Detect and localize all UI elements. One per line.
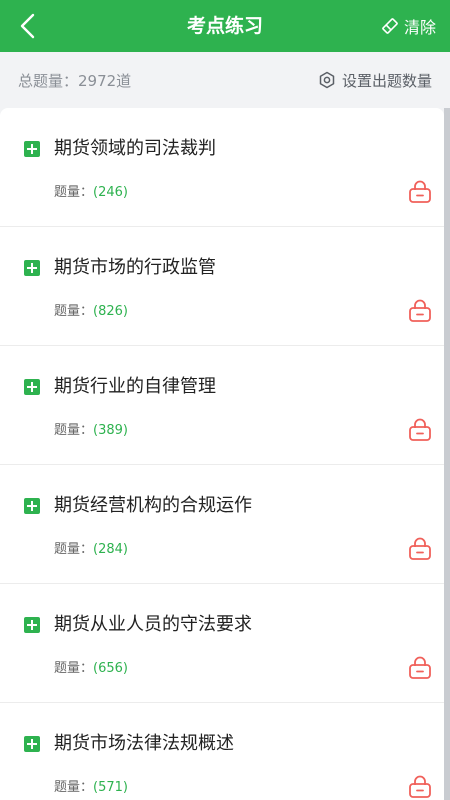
question-count: 题量：(826) bbox=[54, 304, 128, 319]
list-item[interactable]: 期货行业的自律管理 题量：(389) bbox=[0, 346, 444, 465]
lock-icon[interactable] bbox=[407, 416, 433, 442]
lock-icon[interactable] bbox=[407, 178, 433, 204]
topic-list: 期货领域的司法裁判 题量：(246) 期货市场的行政监管 题量：(826) 期货… bbox=[0, 108, 444, 800]
chevron-left-icon bbox=[20, 13, 35, 39]
lock-icon[interactable] bbox=[407, 654, 433, 680]
item-title: 期货行业的自律管理 bbox=[54, 376, 216, 397]
item-title: 期货市场法律法规概述 bbox=[54, 733, 234, 754]
plus-icon[interactable] bbox=[24, 379, 40, 395]
plus-icon[interactable] bbox=[24, 617, 40, 633]
eraser-icon bbox=[382, 18, 398, 34]
lock-icon[interactable] bbox=[407, 773, 433, 799]
list-item[interactable]: 期货市场法律法规概述 题量：(571) bbox=[0, 703, 444, 800]
scrollbar[interactable] bbox=[444, 108, 450, 800]
list-item[interactable]: 期货市场的行政监管 题量：(826) bbox=[0, 227, 444, 346]
back-button[interactable] bbox=[10, 8, 46, 44]
settings-label: 设置出题数量 bbox=[341, 71, 432, 90]
total-count: 总题量：2972道 bbox=[18, 71, 132, 90]
list-item[interactable]: 期货领域的司法裁判 题量：(246) bbox=[0, 108, 444, 227]
question-count: 题量：(246) bbox=[54, 185, 128, 200]
question-count: 题量：(284) bbox=[54, 542, 128, 557]
app-header: 考点练习 清除 bbox=[0, 0, 450, 52]
summary-bar: 总题量：2972道 设置出题数量 bbox=[0, 52, 450, 108]
item-title: 期货从业人员的守法要求 bbox=[54, 614, 252, 635]
clear-button[interactable]: 清除 bbox=[381, 0, 436, 52]
question-count: 题量：(656) bbox=[54, 661, 128, 676]
plus-icon[interactable] bbox=[24, 260, 40, 276]
question-count: 题量：(389) bbox=[54, 423, 128, 438]
plus-icon[interactable] bbox=[24, 498, 40, 514]
lock-icon[interactable] bbox=[407, 297, 433, 323]
question-count: 题量：(571) bbox=[54, 780, 128, 795]
item-title: 期货市场的行政监管 bbox=[54, 257, 216, 278]
item-title: 期货领域的司法裁判 bbox=[54, 138, 216, 159]
list-item[interactable]: 期货经营机构的合规运作 题量：(284) bbox=[0, 465, 444, 584]
clear-label: 清除 bbox=[403, 18, 436, 37]
item-title: 期货经营机构的合规运作 bbox=[54, 495, 252, 516]
set-question-count-button[interactable]: 设置出题数量 bbox=[318, 70, 432, 91]
plus-icon[interactable] bbox=[24, 141, 40, 157]
plus-icon[interactable] bbox=[24, 736, 40, 752]
gear-icon bbox=[319, 71, 335, 89]
lock-icon[interactable] bbox=[407, 535, 433, 561]
list-item[interactable]: 期货从业人员的守法要求 题量：(656) bbox=[0, 584, 444, 703]
